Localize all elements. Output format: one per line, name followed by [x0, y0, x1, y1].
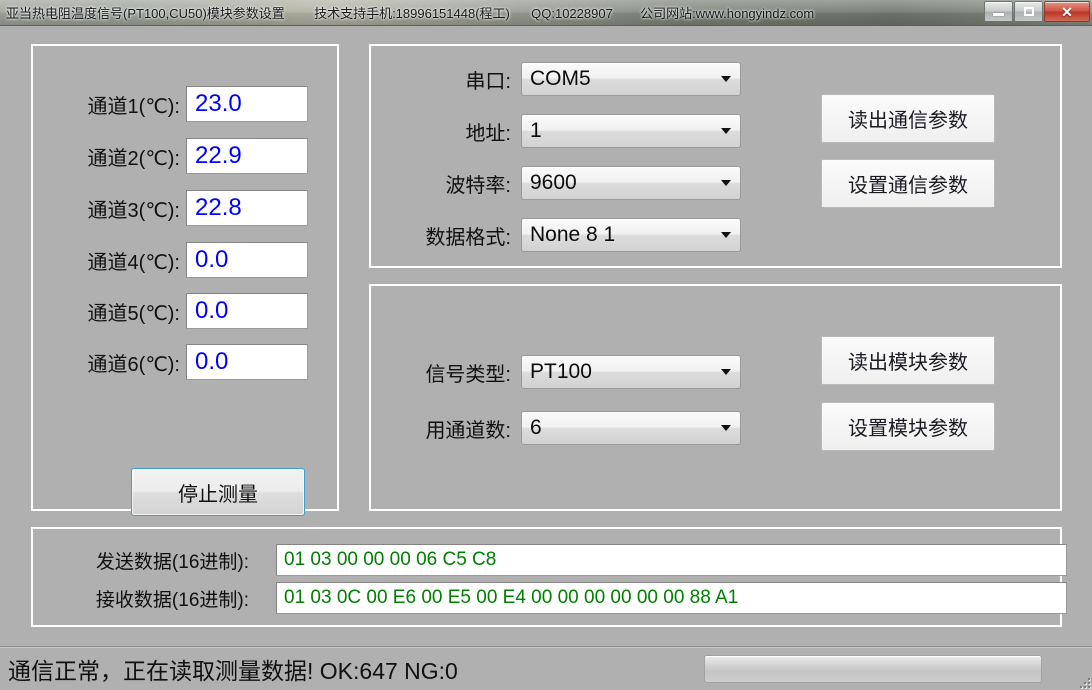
- application-window: 亚当热电阻温度信号(PT100,CU50)模块参数设置 技术支持手机:18996…: [0, 0, 1092, 690]
- stop-measure-button[interactable]: 停止测量: [131, 468, 305, 516]
- channel-row: 通道3(℃): 22.8: [33, 190, 341, 226]
- channel-2-label: 通道2(℃):: [33, 138, 188, 174]
- progress-bar: [704, 655, 1042, 683]
- chevron-down-icon: [721, 128, 731, 134]
- chevron-down-icon: [721, 425, 731, 431]
- status-message: 通信正常，正在读取测量数据! OK:647 NG:0: [8, 652, 458, 686]
- read-comm-params-button[interactable]: 读出通信参数: [821, 94, 995, 143]
- channel-row: 通道4(℃): 0.0: [33, 242, 341, 278]
- signal-type-label: 信号类型:: [425, 355, 521, 389]
- channel-2-value: 22.9: [186, 138, 308, 174]
- title-bar[interactable]: 亚当热电阻温度信号(PT100,CU50)模块参数设置 技术支持手机:18996…: [0, 0, 1092, 26]
- chevron-down-icon: [721, 180, 731, 186]
- receive-data-label: 接收数据(16进制):: [41, 582, 257, 614]
- channel-row: 通道1(℃): 23.0: [33, 86, 341, 122]
- data-monitor-panel: 发送数据(16进制): 01 03 00 00 00 06 C5 C8 接收数据…: [31, 527, 1062, 627]
- channel-5-value: 0.0: [186, 293, 308, 329]
- send-data-field[interactable]: 01 03 00 00 00 06 C5 C8: [276, 544, 1067, 576]
- channel-5-label: 通道5(℃):: [33, 293, 188, 329]
- channel-row: 通道5(℃): 0.0: [33, 293, 341, 329]
- minimize-icon: [993, 13, 1004, 16]
- channel-row: 通道2(℃): 22.9: [33, 138, 341, 174]
- address-select[interactable]: 1: [521, 114, 741, 148]
- close-icon: ✕: [1061, 5, 1073, 19]
- channel-3-value: 22.8: [186, 190, 308, 226]
- dataformat-label: 数据格式:: [425, 218, 521, 252]
- baudrate-label: 波特率:: [445, 166, 521, 200]
- channel-1-value: 23.0: [186, 86, 308, 122]
- close-button[interactable]: ✕: [1044, 1, 1090, 22]
- send-data-row: 发送数据(16进制): 01 03 00 00 00 06 C5 C8: [41, 544, 1056, 576]
- read-module-params-button[interactable]: 读出模块参数: [821, 336, 995, 385]
- window-title: 亚当热电阻温度信号(PT100,CU50)模块参数设置 技术支持手机:18996…: [6, 3, 814, 22]
- serial-port-value: COM5: [530, 67, 591, 91]
- chevron-down-icon: [721, 232, 731, 238]
- dataformat-select[interactable]: None 8 1: [521, 218, 741, 252]
- channel-3-label: 通道3(℃):: [33, 190, 188, 226]
- baudrate-select[interactable]: 9600: [521, 166, 741, 200]
- receive-data-field[interactable]: 01 03 0C 00 E6 00 E5 00 E4 00 00 00 00 0…: [276, 582, 1067, 614]
- signal-type-value: PT100: [530, 360, 592, 384]
- channels-panel: 通道1(℃): 23.0 通道2(℃): 22.9 通道3(℃): 22.8 通…: [31, 44, 339, 511]
- chevron-down-icon: [721, 76, 731, 82]
- send-data-label: 发送数据(16进制):: [41, 544, 257, 576]
- communication-parameters-panel: 串口: COM5 地址: 1 波特率: 9600 数据格式: None 8 1: [369, 44, 1062, 268]
- baudrate-value: 9600: [530, 171, 577, 195]
- maximize-icon: [1024, 7, 1034, 16]
- channel-count-value: 6: [530, 416, 542, 440]
- minimize-button[interactable]: [984, 1, 1013, 22]
- channel-count-select[interactable]: 6: [521, 411, 741, 445]
- module-parameters-panel: 信号类型: PT100 用通道数: 6 读出模块参数 设置模块参数: [369, 284, 1062, 511]
- channel-6-label: 通道6(℃):: [33, 344, 188, 380]
- set-comm-params-button[interactable]: 设置通信参数: [821, 159, 995, 208]
- window-title-website: 公司网站:www.hongyindz.com: [640, 6, 814, 21]
- address-label: 地址:: [465, 114, 521, 148]
- set-module-params-button[interactable]: 设置模块参数: [821, 402, 995, 451]
- receive-data-row: 接收数据(16进制): 01 03 0C 00 E6 00 E5 00 E4 0…: [41, 582, 1056, 614]
- serial-port-label: 串口:: [465, 62, 521, 96]
- window-title-support: 技术支持手机:18996151448(程工): [314, 6, 510, 21]
- window-controls: ✕: [983, 1, 1090, 22]
- channel-6-value: 0.0: [186, 344, 308, 380]
- chevron-down-icon: [721, 369, 731, 375]
- resize-grip[interactable]: [1076, 674, 1090, 688]
- serial-port-select[interactable]: COM5: [521, 62, 741, 96]
- address-value: 1: [530, 119, 542, 143]
- signal-type-select[interactable]: PT100: [521, 355, 741, 389]
- maximize-button[interactable]: [1014, 1, 1043, 22]
- channel-row: 通道6(℃): 0.0: [33, 344, 341, 380]
- channel-4-value: 0.0: [186, 242, 308, 278]
- channel-4-label: 通道4(℃):: [33, 242, 188, 278]
- window-title-qq: QQ:10228907: [531, 6, 613, 21]
- status-bar: 通信正常，正在读取测量数据! OK:647 NG:0: [0, 646, 1092, 690]
- channel-count-label: 用通道数:: [425, 411, 521, 445]
- channel-1-label: 通道1(℃):: [33, 86, 188, 122]
- dataformat-value: None 8 1: [530, 223, 615, 247]
- window-title-main: 亚当热电阻温度信号(PT100,CU50)模块参数设置: [6, 6, 285, 21]
